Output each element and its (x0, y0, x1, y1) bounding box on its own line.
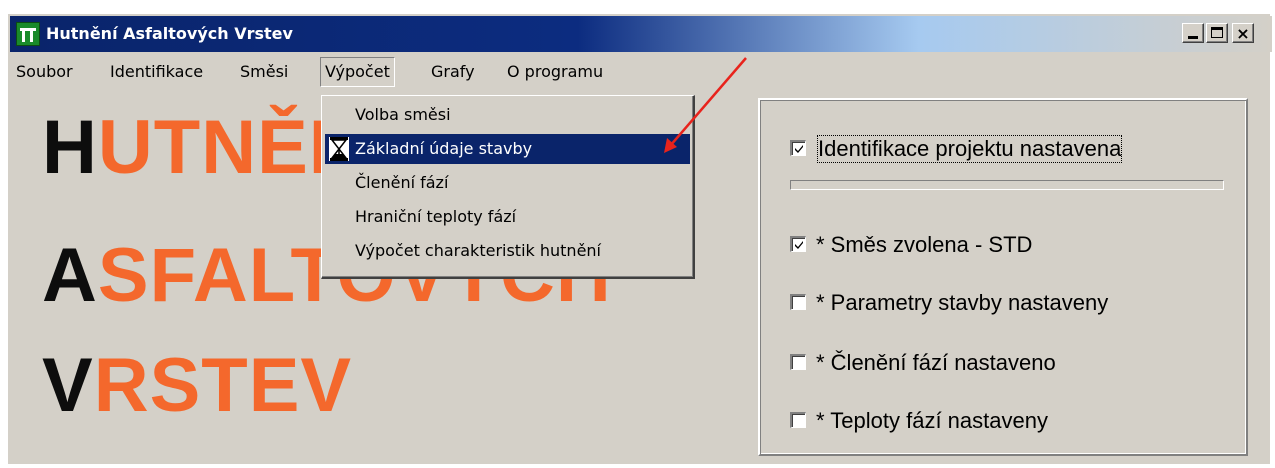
maximize-button[interactable] (1206, 23, 1228, 43)
status-label: * Směs zvolena - STD (816, 232, 1033, 257)
hourglass-icon (329, 137, 349, 161)
menu-vypocet[interactable]: Výpočet (320, 57, 395, 87)
menu-smesi[interactable]: Směsi (236, 58, 292, 86)
progress-bar (790, 180, 1224, 190)
menu-item-cleneni-fazi[interactable]: Členění fází (325, 168, 690, 198)
status-label: * Parametry stavby nastaveny (816, 290, 1109, 315)
checkbox-identifikace[interactable] (790, 140, 806, 156)
checkbox-cleneni[interactable] (790, 354, 806, 370)
menu-item-hranicni-teploty-fazi[interactable]: Hraniční teploty fází (325, 202, 690, 232)
window-title: Hutnění Asfaltových Vrstev (46, 24, 293, 43)
app-window: Hutnění Asfaltových Vrstev × Soubor Iden… (8, 14, 1272, 464)
menu-item-vypocet-charakteristik-hutneni[interactable]: Výpočet charakteristik hutnění (325, 236, 690, 266)
maximize-icon (1211, 27, 1223, 38)
minimize-icon (1188, 36, 1198, 39)
status-label: * Teploty fází nastaveny (816, 408, 1048, 433)
splash-line-3: VRSTEV (42, 343, 353, 428)
menu-grafy[interactable]: Grafy (427, 58, 479, 86)
checkbox-parametry[interactable] (790, 294, 806, 310)
minimize-button[interactable] (1182, 23, 1204, 43)
status-panel: Identifikace projektu nastavena * Směs z… (758, 98, 1248, 456)
status-label: Identifikace projektu nastavena (816, 134, 1123, 164)
menu-item-zakladni-udaje-stavby[interactable]: Základní údaje stavby (325, 134, 690, 164)
menu-o-programu[interactable]: O programu (503, 58, 607, 86)
menu-identifikace[interactable]: Identifikace (106, 58, 207, 86)
menu-soubor[interactable]: Soubor (12, 58, 77, 86)
checkbox-smes[interactable] (790, 236, 806, 252)
close-button[interactable]: × (1232, 23, 1254, 43)
vypocet-dropdown-menu: Volba směsi Základní údaje stavby Členěn… (321, 95, 695, 279)
app-icon[interactable] (16, 22, 40, 46)
checkbox-teploty[interactable] (790, 412, 806, 428)
close-icon: × (1236, 24, 1250, 43)
title-bar[interactable]: Hutnění Asfaltových Vrstev × (10, 16, 1272, 52)
menu-item-volba-smesi[interactable]: Volba směsi (325, 100, 690, 130)
status-label: * Členění fází nastaveno (816, 350, 1056, 375)
menu-bar: Soubor Identifikace Směsi Výpočet Grafy … (10, 56, 1272, 87)
